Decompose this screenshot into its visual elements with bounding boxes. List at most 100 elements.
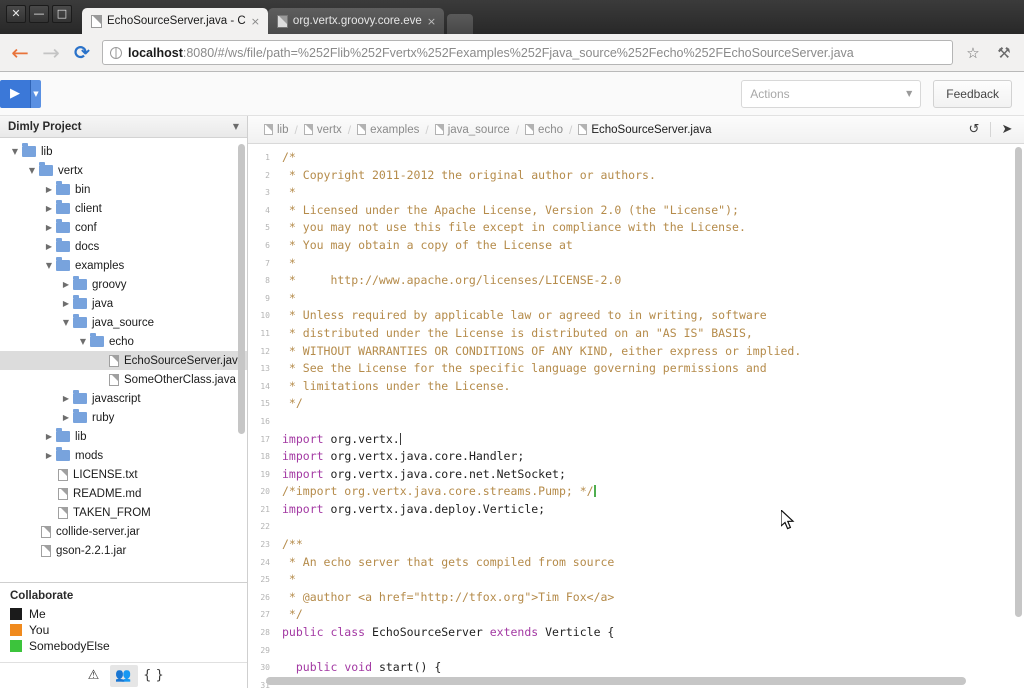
tree-item[interactable]: README.md bbox=[0, 484, 247, 503]
back-arrow-icon[interactable]: ← bbox=[9, 42, 31, 64]
chevron-right-icon[interactable]: ▶ bbox=[42, 185, 56, 194]
code-line[interactable]: * you may not use this file except in co… bbox=[282, 219, 1024, 237]
history-icon[interactable]: ↺ bbox=[963, 122, 985, 137]
collaborators-icon[interactable]: 👥 bbox=[109, 664, 138, 687]
code-line[interactable]: * Copyright 2011-2012 the original autho… bbox=[282, 167, 1024, 185]
code-line[interactable]: * Unless required by applicable law or a… bbox=[282, 307, 1024, 325]
tree-item[interactable]: ▶ conf bbox=[0, 218, 247, 237]
forward-arrow-icon[interactable]: → bbox=[40, 42, 62, 64]
settings-wrench-icon[interactable]: ⚒ bbox=[993, 44, 1015, 62]
chevron-right-icon[interactable]: ▶ bbox=[59, 299, 73, 308]
breadcrumb-item[interactable]: EchoSourceServer.java bbox=[572, 124, 717, 136]
code-braces-icon[interactable]: { } bbox=[140, 665, 168, 687]
file-tree[interactable]: ▼ lib ▼ vertx ▶ bin ▶ client ▶ conf ▶ docs ▼ examples… bbox=[0, 138, 247, 582]
code-line[interactable]: import org.vertx. bbox=[282, 431, 1024, 449]
actions-dropdown[interactable]: Actions ▼ bbox=[741, 79, 922, 108]
code-line[interactable]: * @author <a href="http://tfox.org">Tim … bbox=[282, 589, 1024, 607]
code-line[interactable]: import org.vertx.java.deploy.Verticle; bbox=[282, 501, 1024, 519]
code-line[interactable]: /* bbox=[282, 149, 1024, 167]
chevron-down-icon[interactable]: ▼ bbox=[42, 261, 56, 270]
address-bar[interactable]: localhost:8080/#/ws/file/path=%252Flib%2… bbox=[102, 40, 953, 65]
chevron-down-icon[interactable]: ▼ bbox=[76, 337, 90, 346]
tree-item[interactable]: ▶ javascript bbox=[0, 389, 247, 408]
code-line[interactable]: * bbox=[282, 290, 1024, 308]
chevron-down-icon[interactable]: ▼ bbox=[8, 147, 22, 156]
chevron-right-icon[interactable]: ▶ bbox=[42, 451, 56, 460]
editor-vertical-scrollbar[interactable] bbox=[1015, 147, 1022, 617]
code-line[interactable]: * See the License for the specific langu… bbox=[282, 360, 1024, 378]
chevron-down-icon[interactable]: ▼ bbox=[25, 166, 39, 175]
code-line[interactable]: public void start() { bbox=[282, 659, 1024, 677]
code-line[interactable] bbox=[282, 413, 1024, 431]
alert-triangle-icon[interactable]: ⚠ bbox=[80, 665, 108, 687]
tree-item[interactable]: LICENSE.txt bbox=[0, 465, 247, 484]
maximize-window-icon[interactable]: □ bbox=[52, 4, 72, 23]
tree-item[interactable]: collide-server.jar bbox=[0, 522, 247, 541]
tree-item[interactable]: ▶ lib bbox=[0, 427, 247, 446]
code-line[interactable]: public class EchoSourceServer extends Ve… bbox=[282, 624, 1024, 642]
breadcrumb-item[interactable]: java_source bbox=[429, 124, 516, 136]
chevron-right-icon[interactable]: ▶ bbox=[59, 413, 73, 422]
chevron-down-icon[interactable]: ▼ bbox=[233, 122, 239, 131]
bookmark-star-icon[interactable]: ☆ bbox=[962, 44, 984, 62]
reload-icon[interactable]: ⟳ bbox=[71, 42, 93, 64]
tree-item[interactable]: ▼ java_source bbox=[0, 313, 247, 332]
tree-item[interactable]: ▼ echo bbox=[0, 332, 247, 351]
tree-item[interactable]: ▶ mods bbox=[0, 446, 247, 465]
chevron-right-icon[interactable]: ▶ bbox=[59, 394, 73, 403]
tree-item[interactable]: ▶ groovy bbox=[0, 275, 247, 294]
code-line[interactable]: * An echo server that gets compiled from… bbox=[282, 554, 1024, 572]
code-line[interactable]: /** bbox=[282, 536, 1024, 554]
code-area[interactable]: 1 2 3 4 5 6 7 8 9 10 11 12 13 14 15 16 17 18 19 20 21 22 23 24 2… bbox=[248, 144, 1024, 688]
breadcrumb-item[interactable]: vertx bbox=[298, 124, 348, 136]
code-line[interactable]: * limitations under the License. bbox=[282, 378, 1024, 396]
code-content[interactable]: /* * Copyright 2011-2012 the original au… bbox=[274, 144, 1024, 688]
tree-item[interactable]: ▶ java bbox=[0, 294, 247, 313]
code-line[interactable]: * You may obtain a copy of the License a… bbox=[282, 237, 1024, 255]
tree-item[interactable]: ▶ client bbox=[0, 199, 247, 218]
code-line[interactable]: * bbox=[282, 571, 1024, 589]
code-line[interactable] bbox=[282, 642, 1024, 660]
tree-item[interactable]: gson-2.2.1.jar bbox=[0, 541, 247, 560]
browser-tab-active[interactable]: EchoSourceServer.java - C × bbox=[82, 8, 268, 34]
close-tab-icon[interactable]: × bbox=[427, 15, 436, 28]
run-button[interactable]: ▶ bbox=[0, 79, 30, 108]
tree-item[interactable]: ▶ docs bbox=[0, 237, 247, 256]
tree-item[interactable]: EchoSourceServer.java bbox=[0, 351, 247, 370]
feedback-button[interactable]: Feedback bbox=[933, 79, 1012, 108]
code-line[interactable]: */ bbox=[282, 606, 1024, 624]
code-line[interactable]: import org.vertx.java.core.Handler; bbox=[282, 448, 1024, 466]
breadcrumb-item[interactable]: echo bbox=[519, 124, 569, 136]
breadcrumb-item[interactable]: lib bbox=[258, 124, 295, 136]
code-line[interactable]: /*import org.vertx.java.core.streams.Pum… bbox=[282, 483, 1024, 501]
project-header[interactable]: Dimly Project ▼ bbox=[0, 116, 247, 138]
code-line[interactable]: * WITHOUT WARRANTIES OR CONDITIONS OF AN… bbox=[282, 343, 1024, 361]
code-line[interactable]: * bbox=[282, 184, 1024, 202]
chevron-right-icon[interactable]: ▶ bbox=[42, 223, 56, 232]
tree-item[interactable]: ▼ lib bbox=[0, 142, 247, 161]
code-line[interactable]: * distributed under the License is distr… bbox=[282, 325, 1024, 343]
run-options-button[interactable]: ▼ bbox=[30, 79, 41, 108]
close-window-icon[interactable]: ✕ bbox=[6, 4, 26, 23]
new-tab-button[interactable] bbox=[447, 14, 474, 34]
code-line[interactable]: * bbox=[282, 255, 1024, 273]
code-line[interactable]: */ bbox=[282, 395, 1024, 413]
code-line[interactable]: import org.vertx.java.core.net.NetSocket… bbox=[282, 466, 1024, 484]
breadcrumb-item[interactable]: examples bbox=[351, 124, 425, 136]
code-line[interactable]: * Licensed under the Apache License, Ver… bbox=[282, 202, 1024, 220]
chevron-right-icon[interactable]: ▶ bbox=[42, 204, 56, 213]
tag-icon[interactable]: ➤ bbox=[996, 122, 1018, 137]
chevron-right-icon[interactable]: ▶ bbox=[42, 242, 56, 251]
tree-item[interactable]: ▶ bin bbox=[0, 180, 247, 199]
chevron-right-icon[interactable]: ▶ bbox=[42, 432, 56, 441]
tree-vertical-scrollbar[interactable] bbox=[238, 144, 245, 434]
chevron-right-icon[interactable]: ▶ bbox=[59, 280, 73, 289]
tree-item[interactable]: SomeOtherClass.java bbox=[0, 370, 247, 389]
editor-horizontal-scrollbar[interactable] bbox=[266, 677, 966, 685]
close-tab-icon[interactable]: × bbox=[251, 15, 260, 28]
site-info-icon[interactable] bbox=[110, 46, 122, 59]
tree-item[interactable]: ▶ ruby bbox=[0, 408, 247, 427]
chevron-down-icon[interactable]: ▼ bbox=[59, 318, 73, 327]
code-line[interactable] bbox=[282, 518, 1024, 536]
tree-item[interactable]: ▼ examples bbox=[0, 256, 247, 275]
